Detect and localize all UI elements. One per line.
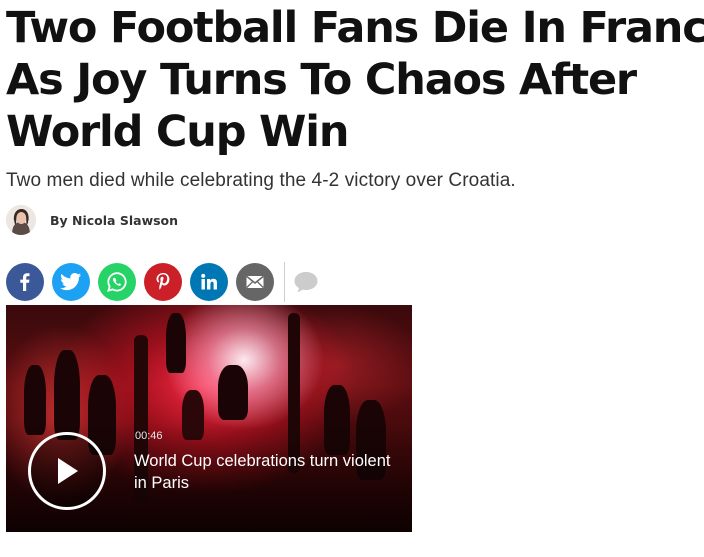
share-bar bbox=[6, 259, 321, 305]
author-photo bbox=[6, 205, 36, 235]
linkedin-icon bbox=[201, 273, 217, 290]
share-divider bbox=[284, 262, 285, 302]
envelope-icon bbox=[246, 275, 264, 288]
video-title[interactable]: World Cup celebrations turn violent in P… bbox=[134, 450, 404, 494]
pinterest-icon bbox=[156, 273, 170, 290]
comments-button[interactable] bbox=[291, 263, 321, 301]
share-linkedin-button[interactable] bbox=[190, 263, 228, 301]
author-avatar[interactable] bbox=[6, 205, 36, 235]
share-whatsapp-button[interactable] bbox=[98, 263, 136, 301]
byline: By Nicola Slawson bbox=[6, 202, 178, 238]
whatsapp-icon bbox=[107, 272, 127, 292]
article-headline: Two Football Fans Die In France As Joy T… bbox=[6, 2, 704, 158]
headline-line-1: Two Football Fans Die In France bbox=[6, 3, 704, 53]
share-facebook-button[interactable] bbox=[6, 263, 44, 301]
video-duration: 00:46 bbox=[135, 430, 163, 442]
headline-line-3: World Cup Win bbox=[6, 107, 349, 157]
article-subheadline: Two men died while celebrating the 4-2 v… bbox=[6, 170, 516, 191]
twitter-bird-icon bbox=[60, 273, 82, 291]
facebook-icon bbox=[20, 273, 30, 291]
video-player[interactable]: 00:46 World Cup celebrations turn violen… bbox=[6, 305, 412, 532]
share-pinterest-button[interactable] bbox=[144, 263, 182, 301]
share-email-button[interactable] bbox=[236, 263, 274, 301]
play-button[interactable] bbox=[28, 432, 106, 510]
headline-line-2: As Joy Turns To Chaos After bbox=[6, 55, 637, 105]
comment-bubble-icon bbox=[294, 272, 318, 293]
author-name[interactable]: By Nicola Slawson bbox=[50, 213, 178, 228]
share-twitter-button[interactable] bbox=[52, 263, 90, 301]
play-icon bbox=[58, 458, 78, 484]
